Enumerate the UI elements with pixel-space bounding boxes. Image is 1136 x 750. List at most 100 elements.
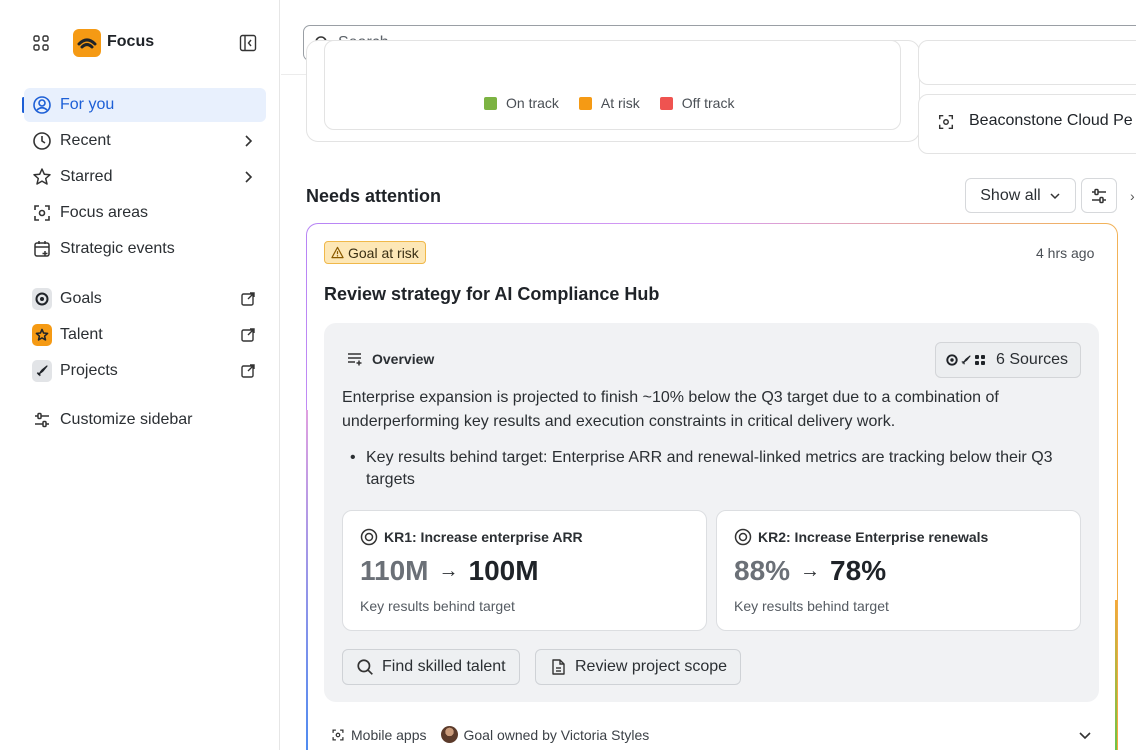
grid-icon	[975, 355, 985, 365]
legend-label: Off track	[681, 95, 735, 111]
talent-app-icon-wrap	[32, 324, 52, 346]
legend-label: On track	[506, 95, 559, 111]
focus-area-card[interactable]: Beaconstone Cloud Pe	[918, 94, 1136, 154]
badge-label: Goal at risk	[348, 244, 419, 261]
focus-area-name: Beaconstone Cloud Pe	[969, 112, 1133, 129]
chevron-down-icon[interactable]	[1077, 727, 1093, 743]
show-all-dropdown[interactable]: Show all	[965, 178, 1076, 213]
sources-button[interactable]: 6 Sources	[935, 342, 1081, 378]
external-link-icon[interactable]	[240, 291, 256, 307]
focus-area-card[interactable]	[918, 40, 1136, 85]
overview-label: Overview	[372, 351, 435, 367]
source-icons	[946, 354, 986, 366]
dropdown-label: Show all	[980, 186, 1041, 204]
find-skilled-talent-button[interactable]: Find skilled talent	[342, 649, 520, 685]
chevron-right-icon[interactable]	[240, 133, 256, 149]
target-icon	[734, 528, 752, 546]
key-result-values: 110M → 100M	[360, 555, 539, 587]
arrow-right-icon: →	[438, 559, 459, 582]
warning-icon	[331, 246, 344, 259]
sidebar-item-customize[interactable]: Customize sidebar	[24, 403, 266, 437]
bullet-dot: •	[350, 449, 356, 466]
sidebar-item-recent[interactable]: Recent	[24, 124, 266, 158]
sidebar-item-label: Starred	[60, 168, 113, 185]
sidebar-item-label: Customize sidebar	[60, 411, 193, 428]
filter-settings-button[interactable]	[1081, 178, 1117, 213]
brand-name: Focus	[107, 33, 155, 50]
key-result-title: KR1: Increase enterprise ARR	[360, 528, 583, 546]
owner-text: Goal owned by Victoria Styles	[463, 726, 650, 743]
projects-app-icon	[32, 360, 52, 382]
risk-badge: Goal at risk	[324, 241, 426, 264]
legend-label: At risk	[600, 95, 640, 111]
collapse-sidebar-icon[interactable]	[239, 34, 257, 52]
key-result-title: KR2: Increase Enterprise renewals	[734, 528, 988, 546]
card-footer: Mobile apps Goal owned by Victoria Style…	[331, 726, 649, 743]
app-switcher-icon[interactable]	[33, 35, 49, 51]
calendar-plus-icon	[32, 239, 52, 259]
focus-area-link[interactable]: Mobile apps	[351, 727, 427, 743]
sidebar-item-label: Talent	[60, 326, 103, 343]
timestamp: 4 hrs ago	[1036, 245, 1095, 261]
sidebar-item-label: Goals	[60, 290, 102, 307]
projects-app-icon-wrap	[32, 360, 52, 382]
key-result-subtitle: Key results behind target	[734, 598, 889, 614]
sidebar-item-strategic-events[interactable]: Strategic events	[24, 232, 266, 266]
card-border-accent	[1115, 600, 1117, 750]
sidebar-item-label: Recent	[60, 132, 111, 149]
key-result-label: KR2: Increase Enterprise renewals	[758, 529, 989, 545]
card-border-accent	[306, 410, 308, 750]
review-project-scope-button[interactable]: Review project scope	[535, 649, 742, 685]
legend-swatch	[484, 96, 497, 110]
sources-label: 6 Sources	[996, 351, 1069, 368]
key-result-to: 78%	[830, 555, 887, 586]
key-result-card[interactable]: KR2: Increase Enterprise renewals 88% → …	[716, 510, 1081, 631]
star-icon	[32, 167, 52, 187]
ai-list-icon	[348, 353, 362, 366]
button-label: Find skilled talent	[382, 658, 506, 675]
sidebar-item-projects[interactable]: Projects	[24, 354, 266, 388]
legend-item-on-track: On track	[484, 95, 559, 111]
user-circle-icon	[32, 95, 52, 115]
search-icon	[357, 659, 373, 675]
overview-summary: Enterprise expansion is projected to fin…	[342, 389, 999, 430]
key-result-subtitle: Key results behind target	[360, 598, 515, 614]
sliders-icon	[1092, 188, 1106, 203]
key-result-values: 88% → 78%	[734, 555, 886, 587]
chart-legend: On track At risk Off track	[484, 95, 734, 111]
sidebar-header: Focus	[0, 0, 280, 84]
legend-item-at-risk: At risk	[578, 95, 640, 111]
goals-app-icon	[32, 288, 52, 310]
sidebar-item-label: Strategic events	[60, 240, 175, 257]
key-result-card[interactable]: KR1: Increase enterprise ARR 110M → 100M…	[342, 510, 707, 631]
focus-frame-icon	[332, 728, 344, 741]
arrow-right-icon: →	[800, 559, 821, 582]
scroll-right-icon[interactable]: ›	[1130, 188, 1135, 204]
chevron-down-icon	[1050, 192, 1060, 199]
sidebar-item-starred[interactable]: Starred	[24, 160, 266, 194]
avatar	[440, 726, 458, 743]
status-chart-panel	[324, 40, 901, 130]
sidebar-item-talent[interactable]: Talent	[24, 318, 266, 352]
customize-icon	[32, 410, 52, 430]
goals-app-icon-wrap	[32, 288, 52, 310]
sidebar: Focus For you Recent Starred Focus areas	[0, 0, 280, 750]
target-icon	[360, 528, 378, 546]
sidebar-item-label: For you	[60, 96, 115, 113]
focus-logo-icon[interactable]	[73, 29, 101, 57]
external-link-icon[interactable]	[240, 363, 256, 379]
sidebar-item-goals[interactable]: Goals	[24, 282, 266, 316]
sidebar-item-focus-areas[interactable]: Focus areas	[24, 196, 266, 230]
legend-item-off-track: Off track	[659, 95, 735, 111]
legend-swatch	[578, 96, 592, 110]
card-title[interactable]: Review strategy for AI Compliance Hub	[324, 284, 659, 305]
document-icon	[552, 659, 565, 675]
external-link-icon[interactable]	[240, 327, 256, 343]
focus-frame-icon	[32, 203, 52, 223]
legend-swatch	[659, 96, 673, 110]
section-title: Needs attention	[306, 186, 442, 206]
sidebar-item-label: Projects	[60, 362, 118, 379]
key-result-from: 110M	[360, 555, 429, 586]
chevron-right-icon[interactable]	[240, 169, 256, 185]
sidebar-item-for-you[interactable]: For you	[24, 88, 266, 122]
